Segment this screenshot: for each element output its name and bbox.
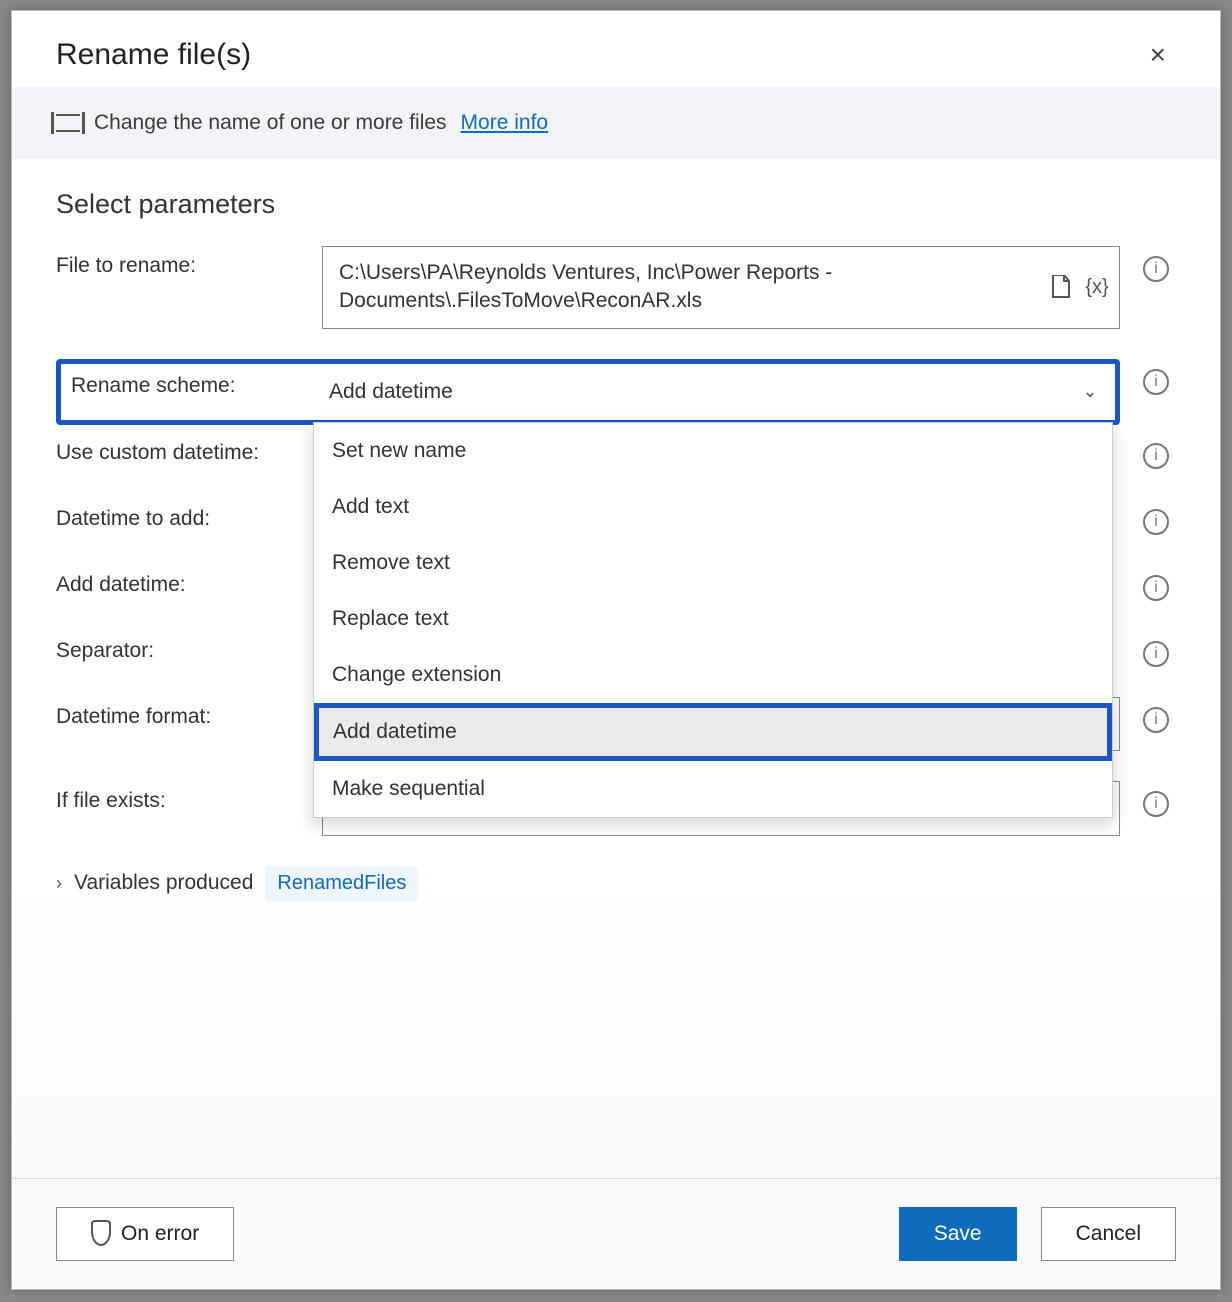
- label-separator: Separator:: [56, 631, 306, 663]
- cancel-button[interactable]: Cancel: [1041, 1207, 1176, 1261]
- info-icon[interactable]: i: [1143, 369, 1169, 395]
- info-icon[interactable]: i: [1143, 707, 1169, 733]
- label-datetime-to-add: Datetime to add:: [56, 499, 306, 531]
- info-icon[interactable]: i: [1143, 641, 1169, 667]
- dd-option-replace-text[interactable]: Replace text: [314, 591, 1112, 647]
- dd-option-set-new-name[interactable]: Set new name: [314, 423, 1112, 479]
- info-icon[interactable]: i: [1143, 443, 1169, 469]
- dd-option-make-sequential[interactable]: Make sequential: [314, 761, 1112, 817]
- label-add-datetime: Add datetime:: [56, 565, 306, 597]
- save-button[interactable]: Save: [899, 1207, 1017, 1261]
- variables-produced-badge[interactable]: RenamedFiles: [265, 866, 418, 901]
- info-icon[interactable]: i: [1143, 256, 1169, 282]
- label-if-file-exists: If file exists:: [56, 781, 306, 813]
- label-datetime-format: Datetime format:: [56, 697, 306, 729]
- variable-picker-icon[interactable]: {x}: [1084, 274, 1110, 300]
- on-error-button[interactable]: On error: [56, 1207, 234, 1261]
- close-button[interactable]: ×: [1140, 33, 1176, 77]
- variables-produced-row[interactable]: › Variables produced RenamedFiles: [56, 866, 1176, 901]
- dialog-header: Rename file(s) ×: [12, 11, 1220, 87]
- shield-icon: [91, 1222, 111, 1246]
- rename-icon: [56, 114, 80, 132]
- label-rename-scheme: Rename scheme:: [63, 366, 313, 418]
- more-info-link[interactable]: More info: [461, 111, 549, 135]
- label-use-custom-datetime: Use custom datetime:: [56, 433, 306, 465]
- dialog-body: Select parameters File to rename: C:\Use…: [12, 159, 1220, 1178]
- section-heading: Select parameters: [56, 189, 1176, 220]
- dd-option-remove-text[interactable]: Remove text: [314, 535, 1112, 591]
- on-error-label: On error: [121, 1222, 199, 1246]
- input-file-to-rename[interactable]: C:\Users\PA\Reynolds Ventures, Inc\Power…: [322, 246, 1120, 329]
- info-icon[interactable]: i: [1143, 509, 1169, 535]
- dialog-footer: On error Save Cancel: [12, 1178, 1220, 1289]
- dd-option-change-extension[interactable]: Change extension: [314, 647, 1112, 703]
- dropdown-rename-scheme[interactable]: Add datetime: [313, 366, 1113, 418]
- rename-scheme-dropdown-list: Set new name Add text Remove text Replac…: [313, 422, 1113, 818]
- variables-produced-label: Variables produced: [74, 871, 253, 895]
- label-file-to-rename: File to rename:: [56, 246, 306, 278]
- rename-files-dialog: Rename file(s) × Change the name of one …: [11, 10, 1221, 1290]
- dd-option-add-datetime[interactable]: Add datetime: [314, 703, 1112, 761]
- info-icon[interactable]: i: [1143, 791, 1169, 817]
- dialog-subheader: Change the name of one or more files Mor…: [12, 87, 1220, 159]
- chevron-down-icon: ⌄: [1077, 379, 1103, 405]
- field-rename-scheme: Rename scheme: Add datetime ⌄ Set new na…: [56, 359, 1176, 425]
- subheader-text: Change the name of one or more files: [94, 111, 447, 135]
- field-file-to-rename: File to rename: C:\Users\PA\Reynolds Ven…: [56, 246, 1176, 329]
- info-icon[interactable]: i: [1143, 575, 1169, 601]
- file-picker-icon[interactable]: [1048, 274, 1074, 300]
- dd-option-add-text[interactable]: Add text: [314, 479, 1112, 535]
- chevron-right-icon: ›: [56, 873, 62, 894]
- dialog-title: Rename file(s): [56, 38, 251, 72]
